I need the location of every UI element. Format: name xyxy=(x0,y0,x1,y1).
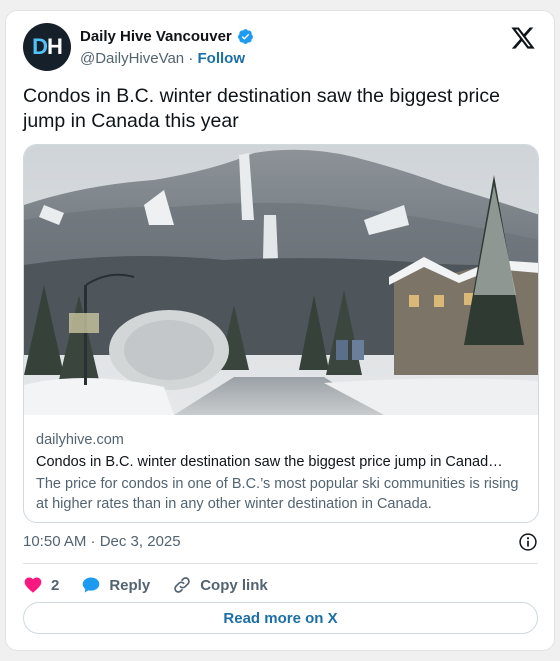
info-icon[interactable] xyxy=(518,532,538,552)
link-description: The price for condos in one of B.C.’s mo… xyxy=(36,476,519,512)
like-count: 2 xyxy=(51,576,60,594)
link-preview-meta: dailyhive.com Condos in B.C. winter dest… xyxy=(36,430,526,514)
verified-badge-icon xyxy=(237,29,253,44)
author-name[interactable]: Daily Hive Vancouver xyxy=(80,28,232,45)
embedded-post-card: DH Daily Hive Vancouver @DailyHiveVan · … xyxy=(5,10,555,651)
heart-icon xyxy=(24,577,42,593)
link-icon xyxy=(174,577,190,593)
article-photo-whistler-village xyxy=(24,145,538,415)
copy-link-label: Copy link xyxy=(200,576,268,594)
author-name-line: Daily Hive Vancouver xyxy=(80,28,254,45)
post-timestamp[interactable]: 10:50 AM · Dec 3, 2025 xyxy=(23,533,181,550)
link-preview-card[interactable]: dailyhive.com Condos in B.C. winter dest… xyxy=(23,144,539,523)
reply-button[interactable]: Reply xyxy=(81,575,150,595)
follow-button[interactable]: Follow xyxy=(198,50,246,67)
author-avatar[interactable]: DH xyxy=(23,23,71,71)
reply-label: Reply xyxy=(109,576,151,594)
link-title[interactable]: Condos in B.C. winter destination saw th… xyxy=(36,452,526,472)
reply-bubble-icon xyxy=(83,577,100,593)
read-more-on-x-button[interactable]: Read more on X xyxy=(23,602,538,634)
copy-link-button[interactable]: Copy link xyxy=(172,575,268,595)
actions-divider xyxy=(23,563,538,564)
x-logo-icon[interactable] xyxy=(510,25,536,51)
post-text: Condos in B.C. winter destination saw th… xyxy=(23,85,500,132)
timestamp-row: 10:50 AM · Dec 3, 2025 xyxy=(23,531,538,553)
post-header: DH Daily Hive Vancouver @DailyHiveVan · … xyxy=(23,23,540,73)
link-domain: dailyhive.com xyxy=(36,432,124,448)
author-handle[interactable]: @DailyHiveVan xyxy=(80,50,184,67)
author-handle-line: @DailyHiveVan · Follow xyxy=(80,50,245,67)
avatar-letter-d: D xyxy=(32,34,48,59)
handle-separator: · xyxy=(188,50,194,67)
avatar-letter-h: H xyxy=(47,34,63,59)
post-actions-bar: 2 Reply Copy link xyxy=(23,572,538,598)
like-button[interactable]: 2 xyxy=(23,575,59,595)
